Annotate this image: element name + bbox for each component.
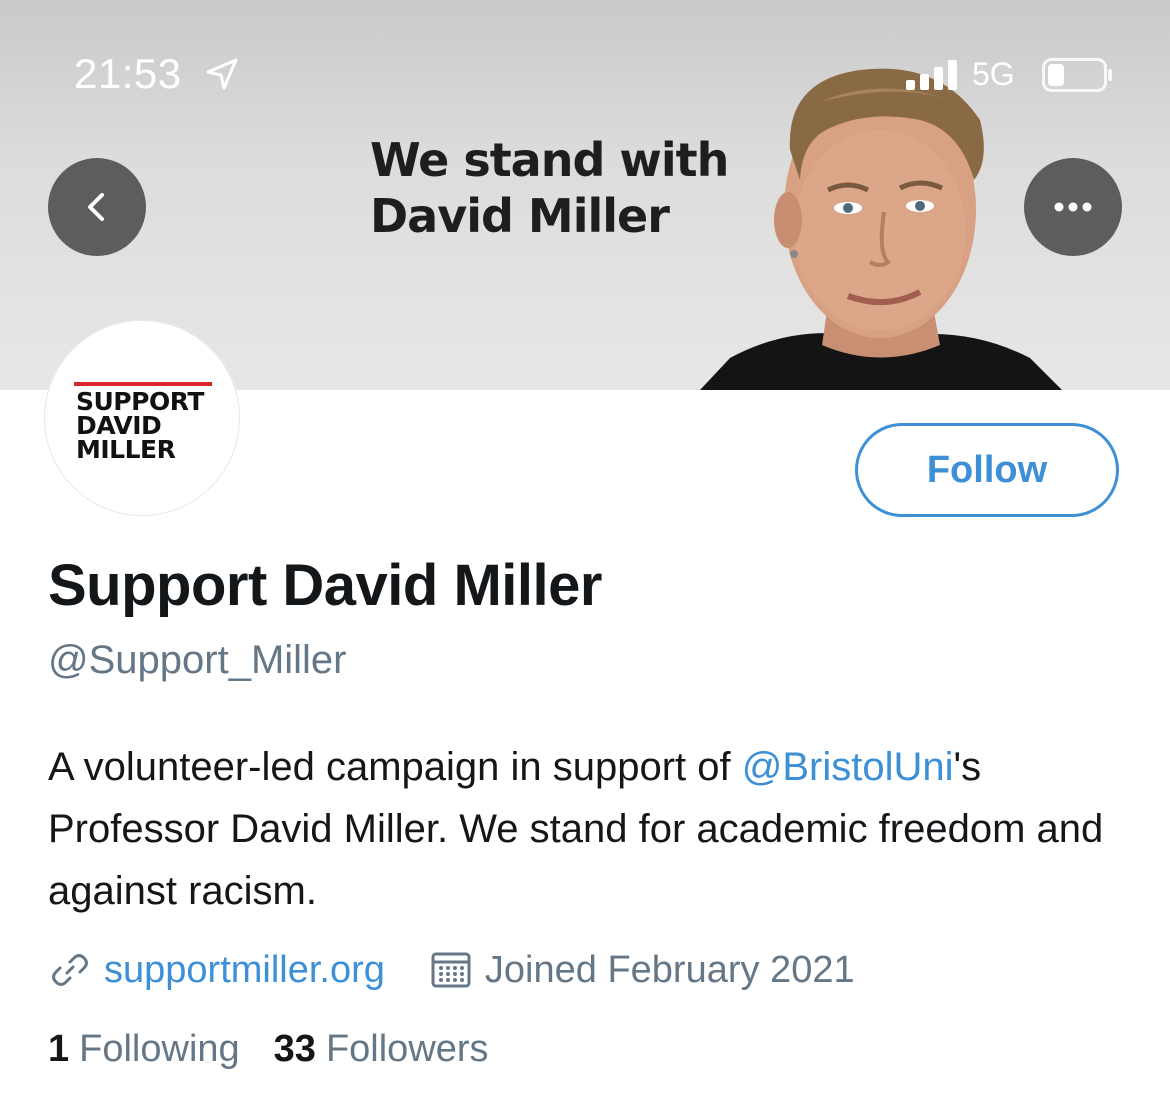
more-options-button[interactable] <box>1024 158 1122 256</box>
back-button[interactable] <box>48 158 146 256</box>
following-label: Following <box>79 1028 240 1070</box>
followers-stat[interactable]: 33 Followers <box>274 1028 489 1071</box>
following-stat[interactable]: 1 Following <box>48 1028 240 1071</box>
profile-avatar[interactable]: SUPPORT DAVID MILLER <box>44 320 240 516</box>
profile-bio: A volunteer-led campaign in support of @… <box>48 736 1128 922</box>
calendar-icon <box>431 952 471 988</box>
link-icon <box>52 954 88 986</box>
more-dots-icon <box>1054 202 1092 212</box>
avatar-line-3: MILLER <box>76 435 176 464</box>
display-name: Support David Miller <box>48 553 602 618</box>
location-arrow-icon <box>206 58 238 90</box>
chevron-left-icon <box>88 193 104 221</box>
network-type: 5G <box>972 56 1015 92</box>
avatar-red-bar <box>74 382 212 386</box>
battery-icon <box>1042 58 1112 92</box>
profile-meta: supportmiller.org Joined February 2021 <box>48 942 855 998</box>
signal-bars-icon <box>906 60 957 90</box>
avatar-logo-text: SUPPORT DAVID MILLER <box>76 389 204 464</box>
bio-mention-link[interactable]: @BristolUni <box>742 745 954 789</box>
user-handle: @Support_Miller <box>48 638 347 682</box>
following-count: 1 <box>48 1028 70 1070</box>
status-time: 21:53 <box>74 50 182 97</box>
followers-label: Followers <box>325 1028 489 1070</box>
bio-text-1: A volunteer-led campaign in support of <box>48 745 742 789</box>
website-link[interactable]: supportmiller.org <box>104 949 385 992</box>
joined-date: Joined February 2021 <box>484 948 855 991</box>
follow-stats: 1 Following 33 Followers <box>48 1028 489 1071</box>
follow-button[interactable]: Follow <box>855 423 1119 517</box>
followers-count: 33 <box>273 1028 316 1070</box>
